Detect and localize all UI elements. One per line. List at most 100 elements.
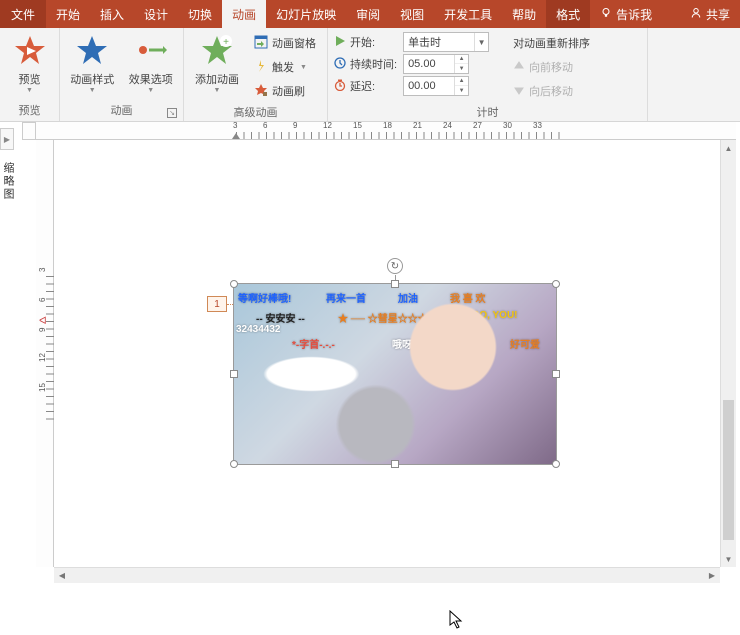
scroll-thumb[interactable] — [723, 400, 734, 540]
slide-canvas[interactable]: 1 等啊好棒哦!再来一首加油我 喜 欢-- 安安安 --★ ── ☆彗星☆☆☆I… — [54, 140, 736, 583]
group-animation: 动画样式 ▼ 效果选项 ▼ 动画 ↘ — [60, 28, 184, 121]
duration-spinner[interactable]: 05.00 ▲▼ — [403, 54, 469, 74]
tell-me[interactable]: 告诉我 — [590, 0, 662, 28]
scroll-left-icon[interactable]: ◀ — [54, 568, 70, 583]
ruler-tick: 30 — [506, 122, 536, 139]
add-animation-label: 添加动画 — [195, 73, 239, 87]
tab-review[interactable]: 审阅 — [346, 0, 390, 28]
svg-text:+: + — [223, 37, 229, 48]
animation-pane-label: 动画窗格 — [272, 35, 316, 51]
trigger-label: 触发 — [272, 59, 294, 75]
delay-clock-icon — [334, 79, 346, 94]
thumbnail-expand-button[interactable]: ▶ — [0, 128, 14, 150]
selected-picture[interactable]: 等啊好棒哦!再来一首加油我 喜 欢-- 安安安 --★ ── ☆彗星☆☆☆I G… — [234, 284, 556, 464]
animation-painter-button[interactable]: 动画刷 — [250, 80, 320, 102]
spin-down-icon[interactable]: ▼ — [455, 86, 468, 95]
spin-up-icon[interactable]: ▲ — [455, 55, 468, 64]
resize-handle-ne[interactable] — [552, 280, 560, 288]
spin-up-icon[interactable]: ▲ — [455, 77, 468, 86]
animation-pane-button[interactable]: 动画窗格 — [250, 32, 320, 54]
scroll-right-icon[interactable]: ▶ — [704, 568, 720, 583]
menubar: 文件 开始 插入 设计 切换 动画 幻灯片放映 审阅 视图 开发工具 帮助 格式… — [0, 0, 740, 28]
rotate-handle[interactable]: ↻ — [387, 258, 403, 274]
overlay-text: 32434432 — [236, 324, 281, 335]
tab-help[interactable]: 帮助 — [502, 0, 546, 28]
ruler-tick: 9 — [296, 122, 326, 139]
scroll-up-icon[interactable]: ▲ — [721, 140, 736, 156]
ruler-tick: 21 — [416, 122, 446, 139]
start-combo[interactable]: 单击时 ▼ — [403, 32, 489, 52]
overlay-text: *-字首-.-.- — [292, 336, 335, 351]
vertical-scrollbar[interactable]: ▲ ▼ — [720, 140, 736, 567]
move-later-button: 向后移动 — [509, 80, 619, 102]
trigger-icon — [254, 59, 268, 76]
group-animation-label: 动画 ↘ — [66, 100, 177, 121]
tab-insert[interactable]: 插入 — [90, 0, 134, 28]
move-earlier-label: 向前移动 — [529, 59, 573, 75]
group-preview: 预览 ▼ 预览 — [0, 28, 60, 121]
arrow-down-icon — [513, 84, 525, 99]
tab-animations[interactable]: 动画 — [222, 0, 266, 28]
ruler-tick: 6 — [266, 122, 296, 139]
ruler-tick: 24 — [446, 122, 476, 139]
group-timing: 开始: 单击时 ▼ 持续时间: 05.00 ▲▼ 延 — [328, 28, 648, 121]
animation-order-tag[interactable]: 1 — [207, 296, 227, 312]
overlay-text: 好可爱 — [510, 336, 540, 351]
mouse-cursor-icon — [449, 610, 465, 635]
duration-label: 持续时间: — [334, 56, 397, 72]
add-animation-button[interactable]: + 添加动画 ▼ — [190, 32, 244, 94]
effect-options-button[interactable]: 效果选项 ▼ — [125, 32, 178, 94]
tab-transitions[interactable]: 切换 — [178, 0, 222, 28]
overlay-text: 我 喜 欢 — [450, 290, 486, 305]
dialog-launcher-icon[interactable]: ↘ — [167, 108, 177, 118]
horizontal-scrollbar[interactable]: ◀ ▶ — [54, 567, 720, 583]
resize-handle-sw[interactable] — [230, 460, 238, 468]
tab-view[interactable]: 视图 — [390, 0, 434, 28]
ruler-tick: 15 — [356, 122, 386, 139]
resize-handle-e[interactable] — [552, 370, 560, 378]
overlay-text: 等啊好棒哦! — [238, 290, 291, 305]
play-icon — [334, 35, 346, 50]
ribbon: 预览 ▼ 预览 动画样式 ▼ 效果选项 ▼ 动画 ↘ — [0, 28, 740, 122]
share-button[interactable]: 共享 — [680, 0, 740, 28]
tab-home[interactable]: 开始 — [46, 0, 90, 28]
duration-value: 05.00 — [404, 58, 454, 70]
effect-options-label: 效果选项 — [129, 73, 173, 87]
group-timing-label: 计时 — [334, 102, 641, 123]
overlay-text: -- 安安安 -- — [256, 310, 305, 325]
spin-down-icon[interactable]: ▼ — [455, 64, 468, 73]
reorder-title: 对动画重新排序 — [509, 32, 619, 54]
trigger-button[interactable]: 触发 ▼ — [250, 56, 320, 78]
tell-me-label: 告诉我 — [616, 6, 652, 23]
overlay-text: 加油 — [398, 290, 418, 305]
vertical-ruler[interactable]: 3691215 ᐊ — [36, 140, 54, 567]
tab-devtools[interactable]: 开发工具 — [434, 0, 502, 28]
resize-handle-w[interactable] — [230, 370, 238, 378]
start-value: 单击时 — [404, 34, 474, 50]
delay-spinner[interactable]: 00.00 ▲▼ — [403, 76, 469, 96]
overlay-text: 再来一首 — [326, 290, 366, 305]
preview-star-icon — [14, 34, 46, 71]
horizontal-ruler[interactable]: 3691215182124273033 — [36, 122, 736, 140]
clock-icon — [334, 57, 346, 72]
scroll-down-icon[interactable]: ▼ — [721, 551, 736, 567]
move-later-label: 向后移动 — [529, 83, 573, 99]
tab-format-context[interactable]: 格式 — [546, 0, 590, 28]
file-tab[interactable]: 文件 — [0, 0, 46, 28]
tab-slideshow[interactable]: 幻灯片放映 — [266, 0, 346, 28]
animation-styles-button[interactable]: 动画样式 ▼ — [66, 32, 119, 94]
chevron-down-icon[interactable]: ▼ — [474, 33, 488, 51]
group-advanced-animation: + 添加动画 ▼ 动画窗格 触发 ▼ 动画刷 高级动画 — [184, 28, 328, 121]
tab-design[interactable]: 设计 — [134, 0, 178, 28]
resize-handle-n[interactable] — [391, 280, 399, 288]
ruler-corner — [22, 122, 36, 140]
resize-handle-s[interactable] — [391, 460, 399, 468]
thumbnail-pane-label: 缩略图 — [0, 162, 16, 201]
ruler-tick: 33 — [536, 122, 566, 139]
resize-handle-nw[interactable] — [230, 280, 238, 288]
bulb-icon — [600, 7, 612, 22]
resize-handle-se[interactable] — [552, 460, 560, 468]
preview-button[interactable]: 预览 ▼ — [6, 32, 53, 94]
delay-value: 00.00 — [404, 80, 454, 92]
chevron-down-icon: ▼ — [26, 87, 33, 94]
